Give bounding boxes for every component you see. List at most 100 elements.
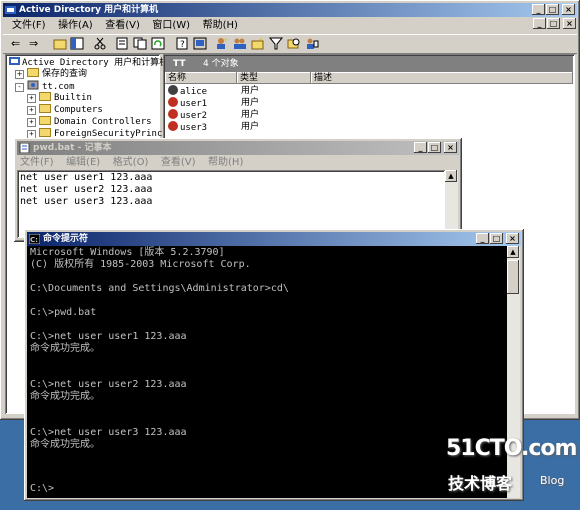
refresh-icon[interactable] [151, 37, 165, 50]
list-item[interactable]: user3 [168, 121, 207, 133]
up-folder-icon[interactable] [53, 37, 67, 50]
new-group-icon[interactable] [233, 37, 247, 50]
notepad-menu-file[interactable]: 文件(F) [20, 157, 54, 168]
help-icon[interactable]: ? [175, 37, 189, 50]
ad-mdi-buttons: _ □ × [532, 18, 576, 29]
disabled-user-icon [168, 97, 178, 107]
tree-item-domain-controllers[interactable]: + Domain Controllers [27, 116, 152, 128]
expand-icon[interactable]: + [27, 94, 36, 103]
ad-mdi-close-button[interactable]: × [563, 18, 576, 29]
new-ou-icon[interactable]: * [251, 37, 265, 50]
ad-mdi-restore-button[interactable]: □ [547, 18, 560, 29]
notepad-maximize-button[interactable]: □ [428, 142, 441, 153]
console-line: C:\>pwd.bat [30, 307, 97, 318]
svg-text:?: ? [180, 40, 185, 50]
ad-menu-file[interactable]: 文件(F) [12, 20, 46, 31]
ad-menu-window[interactable]: 窗口(W) [152, 20, 190, 31]
console-line: 命令成功完成。 [30, 343, 100, 354]
new-user-icon[interactable]: * [215, 37, 229, 50]
collapse-icon[interactable]: - [15, 83, 24, 92]
tree-saved-queries[interactable]: + 保存的查询 [15, 68, 87, 80]
forward-arrow-icon[interactable]: ⇒ [29, 38, 43, 51]
notepad-line: net user user2 123.aaa [20, 184, 153, 195]
expand-icon[interactable]: + [15, 70, 24, 79]
tree-root[interactable]: Active Directory 用户和计算机 [9, 56, 168, 68]
watermark-site: 51CTO.com [446, 436, 577, 461]
ad-minimize-button[interactable]: _ [532, 4, 545, 15]
console-line: C:\>net user user1 123.aaa [30, 331, 187, 342]
ad-title: Active Directory 用户和计算机 [19, 5, 159, 15]
notepad-scrollbar[interactable]: ▲ [445, 170, 458, 238]
copy-icon[interactable] [133, 37, 147, 50]
cmd-title: 命令提示符 [43, 234, 89, 244]
notepad-title: pwd.bat - 记事本 [33, 143, 112, 153]
notepad-menu-view[interactable]: 查看(V) [161, 157, 196, 168]
filter-icon[interactable] [269, 37, 283, 50]
notepad-menu-format[interactable]: 格式(O) [113, 157, 149, 168]
cmd-minimize-button[interactable]: _ [476, 233, 489, 244]
folder-icon [39, 116, 51, 125]
disabled-user-icon [168, 121, 178, 131]
cmd-console[interactable]: Microsoft Windows [版本 5.2.3790] (C) 版权所有… [27, 246, 507, 498]
disabled-user-icon [168, 109, 178, 119]
svg-text:*: * [259, 37, 263, 45]
ad-app-icon [5, 6, 16, 14]
folder-icon [39, 104, 51, 113]
svg-text:*: * [224, 37, 228, 45]
cut-icon[interactable] [93, 37, 107, 50]
ad-mdi-minimize-button[interactable]: _ [533, 18, 546, 29]
ad-menu-view[interactable]: 查看(V) [105, 20, 140, 31]
tree-item-computers[interactable]: + Computers [27, 104, 103, 116]
cmd-app-icon: C: [29, 234, 40, 244]
console-icon[interactable] [193, 37, 207, 50]
list-item[interactable]: alice [168, 85, 207, 97]
watermark-blog: Blog [540, 474, 565, 487]
list-item[interactable]: user2 [168, 109, 207, 121]
ad-menubar: 文件(F) 操作(A) 查看(V) 窗口(W) 帮助(H) [3, 17, 577, 33]
notepad-window: pwd.bat - 记事本 _ □ × 文件(F) 编辑(E) 格式(O) 查看… [14, 138, 462, 242]
expand-icon[interactable]: + [27, 118, 36, 127]
console-line: 命令成功完成。 [30, 391, 100, 402]
tree-item-label: Builtin [54, 93, 92, 103]
notepad-app-icon [19, 143, 30, 153]
expand-icon[interactable]: + [27, 106, 36, 115]
console-line: 命令成功完成。 [30, 439, 100, 450]
notepad-close-button[interactable]: × [444, 142, 457, 153]
scroll-up-icon[interactable]: ▲ [507, 246, 519, 258]
add-to-group-icon[interactable] [305, 37, 319, 50]
ad-close-button[interactable]: × [562, 4, 575, 15]
watermark-sub: 技术博客 [448, 474, 513, 493]
folder-icon [27, 68, 39, 77]
ad-titlebar[interactable]: Active Directory 用户和计算机 _ □ × [3, 3, 577, 17]
tree-item-builtin[interactable]: + Builtin [27, 92, 92, 104]
col-header-type[interactable]: 类型 [237, 72, 311, 84]
user-type: 用户 [241, 98, 260, 108]
list-item[interactable]: user1 [168, 97, 207, 109]
notepad-line: net user user1 123.aaa [20, 172, 153, 183]
notepad-titlebar[interactable]: pwd.bat - 记事本 _ □ × [17, 141, 459, 155]
notepad-menu-edit[interactable]: 编辑(E) [66, 157, 100, 168]
col-header-description[interactable]: 描述 [311, 72, 573, 84]
cmd-close-button[interactable]: × [506, 233, 519, 244]
show-tree-icon[interactable] [70, 37, 84, 50]
cmd-maximize-button[interactable]: □ [490, 233, 503, 244]
cmd-titlebar[interactable]: C: 命令提示符 _ □ × [27, 232, 521, 246]
list-header-bar: TT 4 个对象 [165, 56, 573, 72]
scroll-up-icon[interactable]: ▲ [445, 170, 457, 182]
svg-text:C:: C: [30, 236, 38, 244]
ad-maximize-button[interactable]: □ [546, 4, 559, 15]
notepad-menubar: 文件(F) 编辑(E) 格式(O) 查看(V) 帮助(H) [17, 154, 459, 170]
notepad-minimize-button[interactable]: _ [414, 142, 427, 153]
ad-menu-action[interactable]: 操作(A) [58, 20, 93, 31]
tree-domain[interactable]: - tt.com [15, 80, 75, 92]
ad-menu-help[interactable]: 帮助(H) [203, 20, 238, 31]
notepad-text-area[interactable]: net user user1 123.aaa net user user2 12… [17, 170, 445, 238]
tree-saved-queries-label: 保存的查询 [42, 69, 88, 79]
back-arrow-icon[interactable]: ⇐ [11, 38, 25, 51]
find-icon[interactable] [287, 37, 301, 50]
notepad-menu-help[interactable]: 帮助(H) [208, 157, 243, 168]
properties-icon[interactable] [115, 37, 129, 50]
user-type: 用户 [241, 110, 260, 120]
col-header-name[interactable]: 名称 [165, 72, 237, 84]
scroll-thumb[interactable] [507, 260, 519, 294]
